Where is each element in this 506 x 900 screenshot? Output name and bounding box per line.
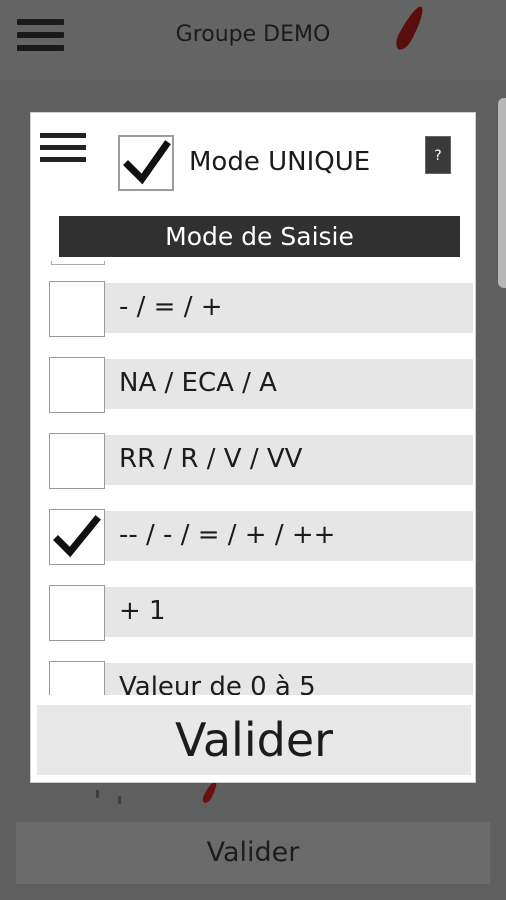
item-label: + 1 xyxy=(119,596,166,626)
item-checkbox[interactable] xyxy=(49,585,105,641)
help-button[interactable]: ? xyxy=(425,136,451,174)
item-checkbox[interactable] xyxy=(49,433,105,489)
list-item[interactable]: RR / R / V / VV xyxy=(43,433,473,489)
app-title: Groupe DEMO xyxy=(175,22,331,47)
checkmark-icon xyxy=(53,515,101,558)
list-item[interactable]: + 1 xyxy=(43,585,473,641)
app-header: Groupe DEMO xyxy=(0,0,506,80)
item-label: Valeur de 0 à 5 xyxy=(119,672,316,695)
dialog-menu-icon[interactable] xyxy=(40,133,86,167)
list-item[interactable]: Valeur de 0 à 5 xyxy=(43,661,473,695)
item-label: RR / R / V / VV xyxy=(119,444,303,474)
item-checkbox[interactable] xyxy=(49,281,105,337)
leaf-decoration-icon xyxy=(200,779,220,805)
item-checkbox[interactable] xyxy=(49,509,105,565)
section-title: Mode de Saisie xyxy=(59,216,460,257)
list-item[interactable]: NA / ECA / A xyxy=(43,357,473,413)
mode-unique-checkbox[interactable] xyxy=(118,135,174,191)
item-label: NA / ECA / A xyxy=(119,368,277,398)
partial-checkbox xyxy=(51,261,105,265)
mode-dialog: Mode UNIQUE ? Mode de Saisie - / = / + N… xyxy=(30,112,476,783)
mode-unique-label: Mode UNIQUE xyxy=(189,147,371,177)
side-panel-edge xyxy=(498,98,506,288)
item-checkbox[interactable] xyxy=(49,661,105,695)
item-label: - / = / + xyxy=(119,292,223,322)
speck-decoration xyxy=(118,796,121,804)
mode-list[interactable]: - / = / + NA / ECA / A RR / R / V / VV -… xyxy=(31,261,477,695)
list-item[interactable]: - / = / + xyxy=(43,281,473,337)
background-validate-button[interactable]: Valider xyxy=(16,822,490,884)
speck-decoration xyxy=(96,790,99,798)
list-item[interactable]: -- / - / = / + / ++ xyxy=(43,509,473,565)
checkmark-icon xyxy=(123,140,171,185)
validate-button[interactable]: Valider xyxy=(37,705,471,775)
item-checkbox[interactable] xyxy=(49,357,105,413)
item-label: -- / - / = / + / ++ xyxy=(119,520,336,550)
